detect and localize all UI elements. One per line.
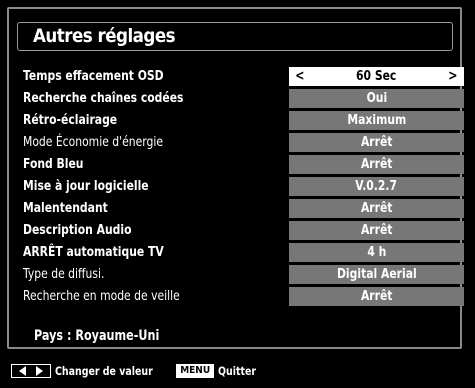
setting-value: Arrêt	[360, 134, 393, 150]
setting-value-selector[interactable]: < 60 Sec >	[289, 67, 464, 86]
triangle-right-icon	[36, 366, 43, 376]
menu-row-power-save[interactable]: Mode Économie d'énergie Arrêt	[23, 133, 468, 152]
setting-label: Recherche en mode de veille	[23, 288, 180, 304]
setting-label: Type de diffusi.	[23, 266, 105, 282]
menu-row-osd-timeout[interactable]: Temps effacement OSD < 60 Sec >	[23, 67, 468, 86]
menu-title: Autres réglages	[33, 25, 176, 47]
setting-value-box[interactable]: Digital Aerial	[289, 265, 464, 284]
menu-row-audio-description[interactable]: Description Audio Arrêt	[23, 221, 468, 240]
setting-label: Mise à jour logicielle	[23, 178, 149, 194]
menu-key-icon: MENU	[176, 364, 215, 378]
setting-value: Arrêt	[360, 222, 393, 238]
setting-value: V.0.2.7	[355, 178, 398, 194]
menu-row-backlight[interactable]: Rétro-éclairage Maximum	[23, 111, 468, 130]
setting-value: 4 h	[367, 244, 386, 260]
help-change-label: Changer de valeur	[55, 364, 153, 378]
setting-value-box[interactable]: Arrêt	[289, 221, 464, 240]
setting-value-box[interactable]: Oui	[289, 89, 464, 108]
setting-label: ARRÊT automatique TV	[23, 244, 164, 260]
menu-row-encrypted-search[interactable]: Recherche chaînes codées Oui	[23, 89, 468, 108]
setting-value-box[interactable]: V.0.2.7	[289, 177, 464, 196]
left-right-keys-icon	[11, 364, 51, 378]
menu-row-blue-background[interactable]: Fond Bleu Arrêt	[23, 155, 468, 174]
setting-value-box[interactable]: Maximum	[289, 111, 464, 130]
setting-value: 60 Sec	[356, 68, 397, 84]
triangle-left-icon	[19, 366, 26, 376]
setting-value-box[interactable]: Arrêt	[289, 155, 464, 174]
tv-menu-screen: Autres réglages Temps effacement OSD < 6…	[0, 0, 475, 388]
menu-title-box: Autres réglages	[17, 22, 453, 51]
help-bar: Changer de valeur MENU Quitter	[11, 361, 265, 381]
setting-value-box[interactable]: 4 h	[289, 243, 464, 262]
setting-label: Rétro-éclairage	[23, 112, 118, 128]
setting-value-box[interactable]: Arrêt	[289, 199, 464, 218]
setting-value: Maximum	[347, 112, 406, 128]
setting-label: Mode Économie d'énergie	[23, 134, 163, 150]
setting-value-box[interactable]: Arrêt	[289, 287, 464, 306]
setting-value: Digital Aerial	[336, 266, 417, 282]
menu-row-auto-tv-off[interactable]: ARRÊT automatique TV 4 h	[23, 243, 468, 262]
setting-label: Recherche chaînes codées	[23, 90, 184, 106]
menu-row-software-update[interactable]: Mise à jour logicielle V.0.2.7	[23, 177, 468, 196]
setting-value: Oui	[366, 90, 387, 106]
setting-value: Arrêt	[360, 156, 393, 172]
setting-label: Description Audio	[23, 222, 132, 238]
menu-row-broadcast-type[interactable]: Type de diffusi. Digital Aerial	[23, 265, 468, 284]
setting-value-box[interactable]: Arrêt	[289, 133, 464, 152]
arrow-left-icon[interactable]: <	[295, 67, 304, 86]
setting-label: Fond Bleu	[23, 156, 84, 172]
menu-row-hard-of-hearing[interactable]: Malentendant Arrêt	[23, 199, 468, 218]
setting-label: Temps effacement OSD	[23, 68, 164, 84]
arrow-right-icon[interactable]: >	[448, 67, 457, 86]
setting-label: Malentendant	[23, 200, 108, 216]
setting-value: Arrêt	[360, 200, 393, 216]
menu-row-standby-search[interactable]: Recherche en mode de veille Arrêt	[23, 287, 468, 306]
country-info: Pays : Royaume-Uni	[34, 328, 160, 344]
setting-value: Arrêt	[360, 288, 393, 304]
help-quit-label: Quitter	[218, 364, 257, 378]
